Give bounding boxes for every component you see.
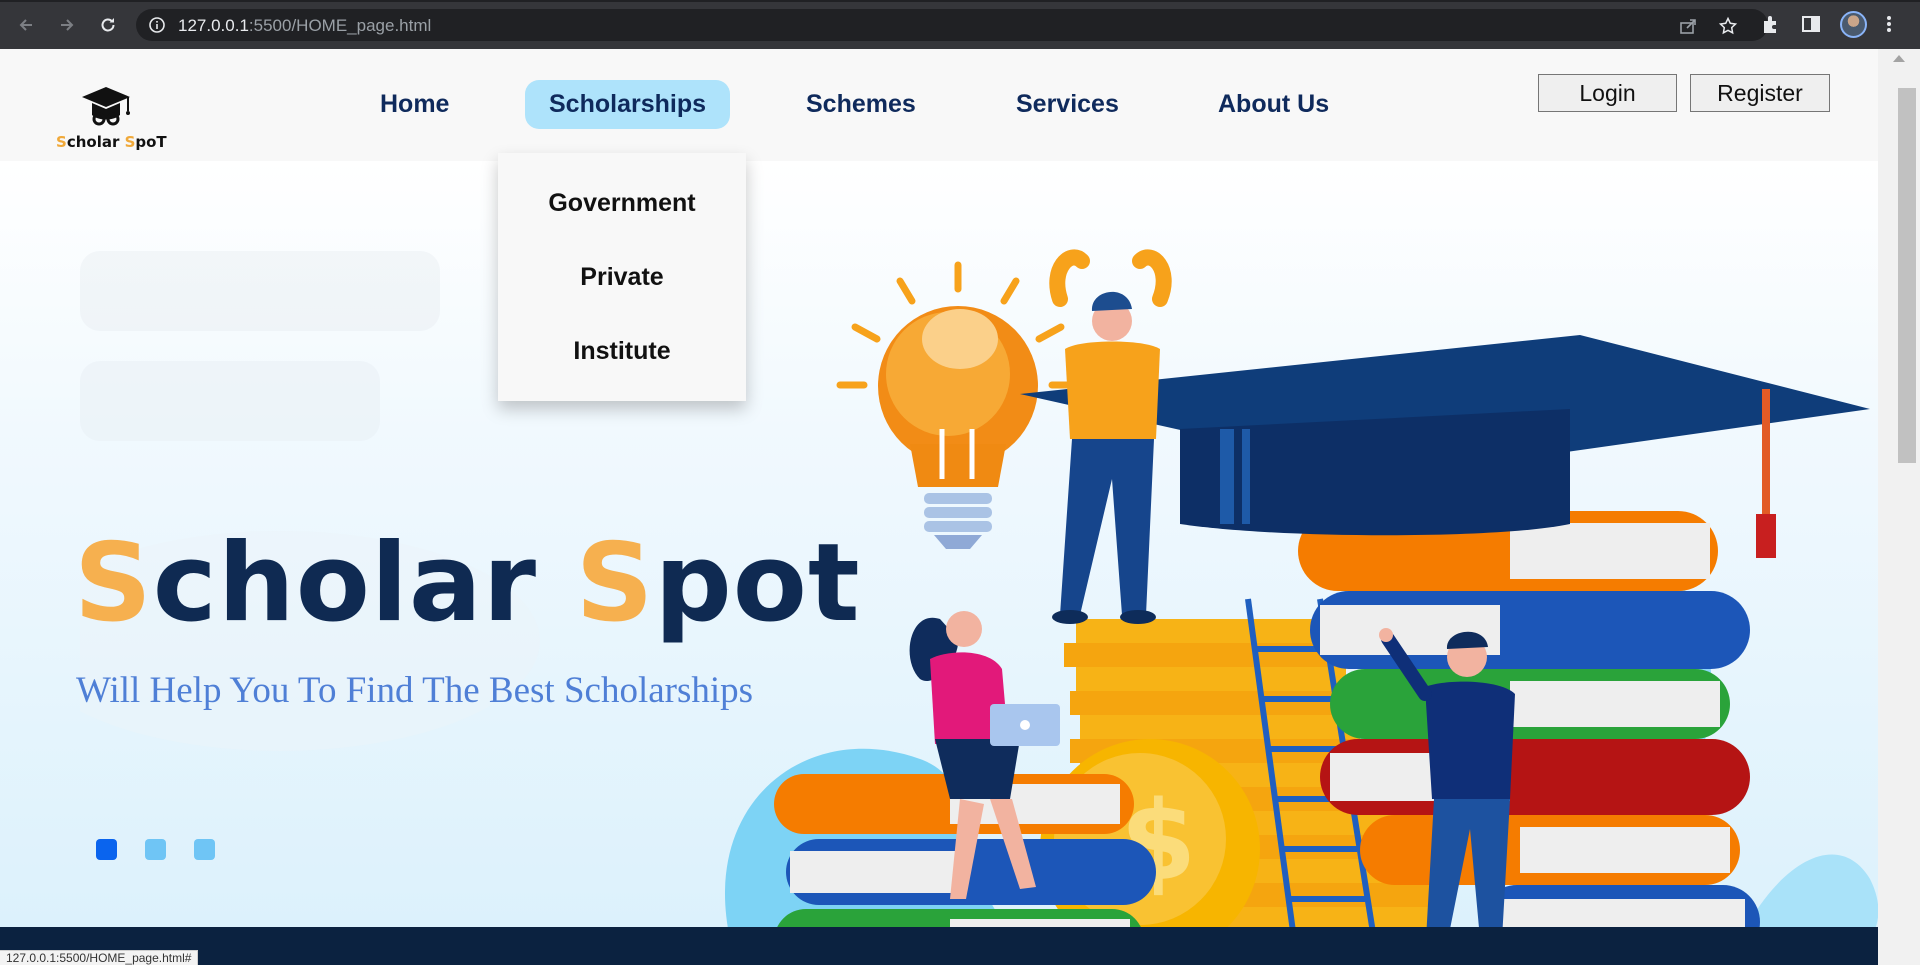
extensions-puzzle-icon[interactable] [1760, 13, 1782, 35]
dropdown-item-private[interactable]: Private [498, 263, 746, 292]
site-info-icon[interactable] [148, 16, 166, 34]
url-path: :5500/HOME_page.html [248, 16, 432, 35]
nav-schemes[interactable]: Schemes [782, 80, 940, 129]
share-icon[interactable] [1678, 16, 1698, 36]
person-cheering [1049, 249, 1172, 624]
more-menu-icon[interactable] [1882, 13, 1896, 35]
logo-part1: cholar [66, 133, 125, 151]
reload-icon [101, 18, 115, 32]
nav-services[interactable]: Services [992, 80, 1143, 129]
side-panel-icon[interactable] [1800, 13, 1822, 35]
dropdown-item-government[interactable]: Government [498, 189, 746, 218]
carousel-indicators [96, 839, 236, 861]
forward-button[interactable] [54, 12, 80, 38]
back-button[interactable] [13, 12, 39, 38]
logo-wordmark: Scholar SpoT [56, 133, 167, 151]
hero-banner: $ Scholar Spot Will Help You To Find The… [0, 161, 1878, 965]
forward-arrow-icon [61, 19, 74, 31]
nav-about-us[interactable]: About Us [1194, 80, 1353, 129]
lightbulb-icon [878, 306, 1038, 549]
web-page: $ Scholar Spot Will Help You To Find The… [0, 49, 1878, 965]
site-header: Scholar SpoT Home Scholarships Schemes S… [0, 49, 1878, 161]
site-logo[interactable]: Scholar SpoT [56, 85, 167, 161]
tabstrip-edge [0, 0, 1920, 2]
carousel-dot-2[interactable] [145, 839, 166, 860]
login-button[interactable]: Login [1538, 74, 1677, 112]
scholarships-dropdown-menu: Government Private Institute [498, 153, 746, 401]
page-scrollbar[interactable] [1878, 49, 1920, 965]
hero-title: Scholar Spot [74, 521, 861, 646]
logo-s2: S [124, 133, 136, 151]
link-status-bubble: 127.0.0.1:5500/HOME_page.html# [0, 950, 199, 965]
logo-s1: S [56, 133, 67, 151]
carousel-dot-3[interactable] [194, 839, 215, 860]
browser-toolbar: 127.0.0.1:5500/HOME_page.html [0, 0, 1920, 49]
profile-avatar[interactable] [1840, 11, 1867, 38]
scrollbar-thumb[interactable] [1898, 88, 1916, 463]
reload-button[interactable] [95, 12, 121, 38]
dropdown-item-institute[interactable]: Institute [498, 337, 746, 366]
bookmark-star-icon[interactable] [1718, 16, 1738, 36]
hero-title-part1: cholar [152, 521, 576, 646]
graduation-cap-logo-icon [82, 87, 130, 126]
logo-part2: poT [135, 133, 167, 151]
hero-illustration: $ [724, 249, 1878, 965]
url-text[interactable]: 127.0.0.1:5500/HOME_page.html [178, 16, 431, 36]
nav-scholarships[interactable]: Scholarships [525, 80, 730, 129]
url-host: 127.0.0.1 [178, 16, 249, 35]
carousel-dot-1[interactable] [96, 839, 117, 860]
hero-title-part2: pot [654, 521, 861, 646]
hero-title-s1: S [74, 521, 153, 646]
back-arrow-icon [19, 19, 32, 31]
scroll-up-arrow-icon[interactable] [1893, 55, 1905, 62]
section-footer-band [0, 927, 1878, 965]
nav-home[interactable]: Home [356, 80, 473, 129]
register-button[interactable]: Register [1690, 74, 1830, 112]
hero-tagline: Will Help You To Find The Best Scholarsh… [76, 670, 754, 711]
hero-title-s2: S [575, 521, 655, 646]
address-bar[interactable]: 127.0.0.1:5500/HOME_page.html [136, 9, 1768, 41]
